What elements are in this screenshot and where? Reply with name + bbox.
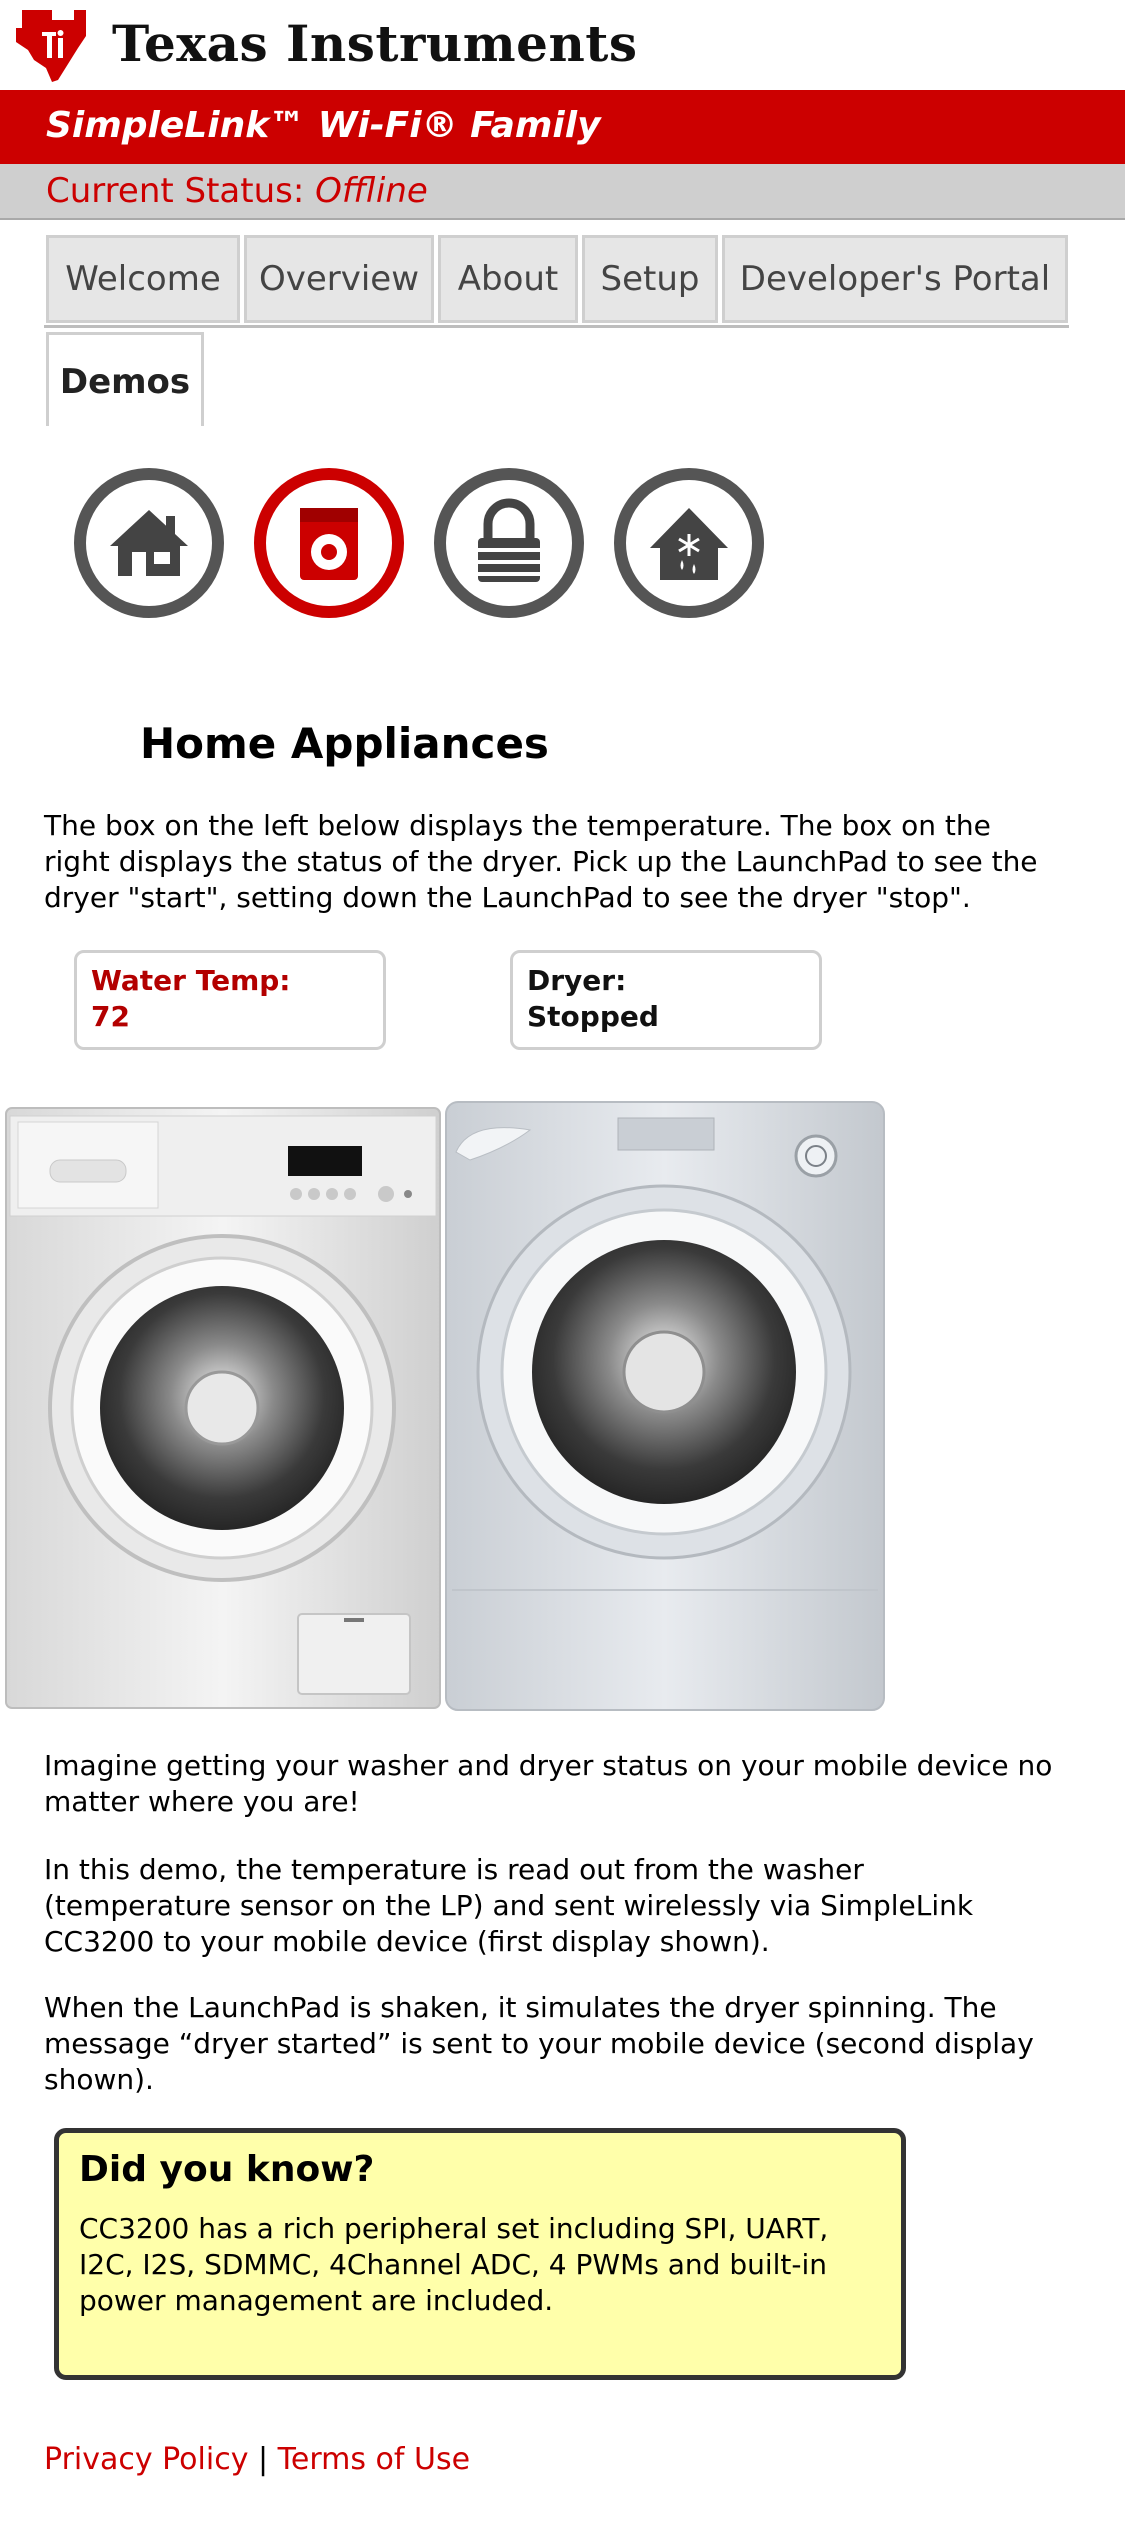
banner-title: SimpleLink™ Wi-Fi® Family: [46, 105, 601, 146]
site-header: Texas Instruments: [0, 0, 1125, 90]
tab-setup[interactable]: Setup: [582, 235, 718, 323]
water-temp-value: 72: [91, 1000, 130, 1033]
tab-developers-portal[interactable]: Developer's Portal: [722, 235, 1068, 323]
product-banner: SimpleLink™ Wi-Fi® Family: [0, 90, 1125, 164]
footer-separator: |: [258, 2442, 269, 2477]
did-you-know-title: Did you know?: [79, 2149, 375, 2190]
demo-description: The box on the left below displays the t…: [44, 809, 1038, 914]
did-you-know-box: Did you know? CC3200 has a rich peripher…: [54, 2128, 906, 2380]
thermostat-house-icon[interactable]: [614, 468, 764, 618]
home-icon[interactable]: [74, 468, 224, 618]
tab-overview[interactable]: Overview: [244, 235, 434, 323]
tabs-divider: [44, 325, 1069, 328]
dryer-value: Stopped: [527, 1000, 659, 1033]
paragraph-demo-temperature: In this demo, the temperature is read ou…: [44, 1853, 974, 1958]
washer-dryer-image: [5, 1101, 885, 1711]
did-you-know-text: CC3200 has a rich peripheral set includi…: [79, 2212, 829, 2317]
washer-icon[interactable]: [254, 468, 404, 618]
paragraph-imagine: Imagine getting your washer and dryer st…: [44, 1749, 1053, 1818]
status-label: Current Status:: [46, 171, 305, 211]
dryer-label: Dryer:: [527, 964, 627, 997]
status-text: Current Status: Offline: [46, 168, 428, 214]
texas-instruments-logo-icon[interactable]: [12, 6, 94, 84]
terms-of-use-link[interactable]: Terms of Use: [278, 2442, 470, 2477]
water-temp-label: Water Temp:: [91, 964, 291, 997]
status-bar: Current Status: Offline: [0, 164, 1125, 220]
page-title: Home Appliances: [140, 719, 549, 768]
paragraph-demo-shaken: When the LaunchPad is shaken, it simulat…: [44, 1991, 1034, 2096]
privacy-policy-link[interactable]: Privacy Policy: [44, 2442, 248, 2477]
footer: Privacy Policy | Terms of Use: [44, 2440, 470, 2480]
tab-about[interactable]: About: [438, 235, 578, 323]
tab-welcome[interactable]: Welcome: [46, 235, 240, 323]
lock-icon[interactable]: [434, 468, 584, 618]
status-value: Offline: [315, 171, 428, 211]
dryer-status-box: Dryer: Stopped: [510, 950, 822, 1050]
tab-demos[interactable]: Demos: [46, 332, 204, 426]
brand-wordmark: Texas Instruments: [112, 14, 638, 73]
water-temp-box: Water Temp: 72: [74, 950, 386, 1050]
